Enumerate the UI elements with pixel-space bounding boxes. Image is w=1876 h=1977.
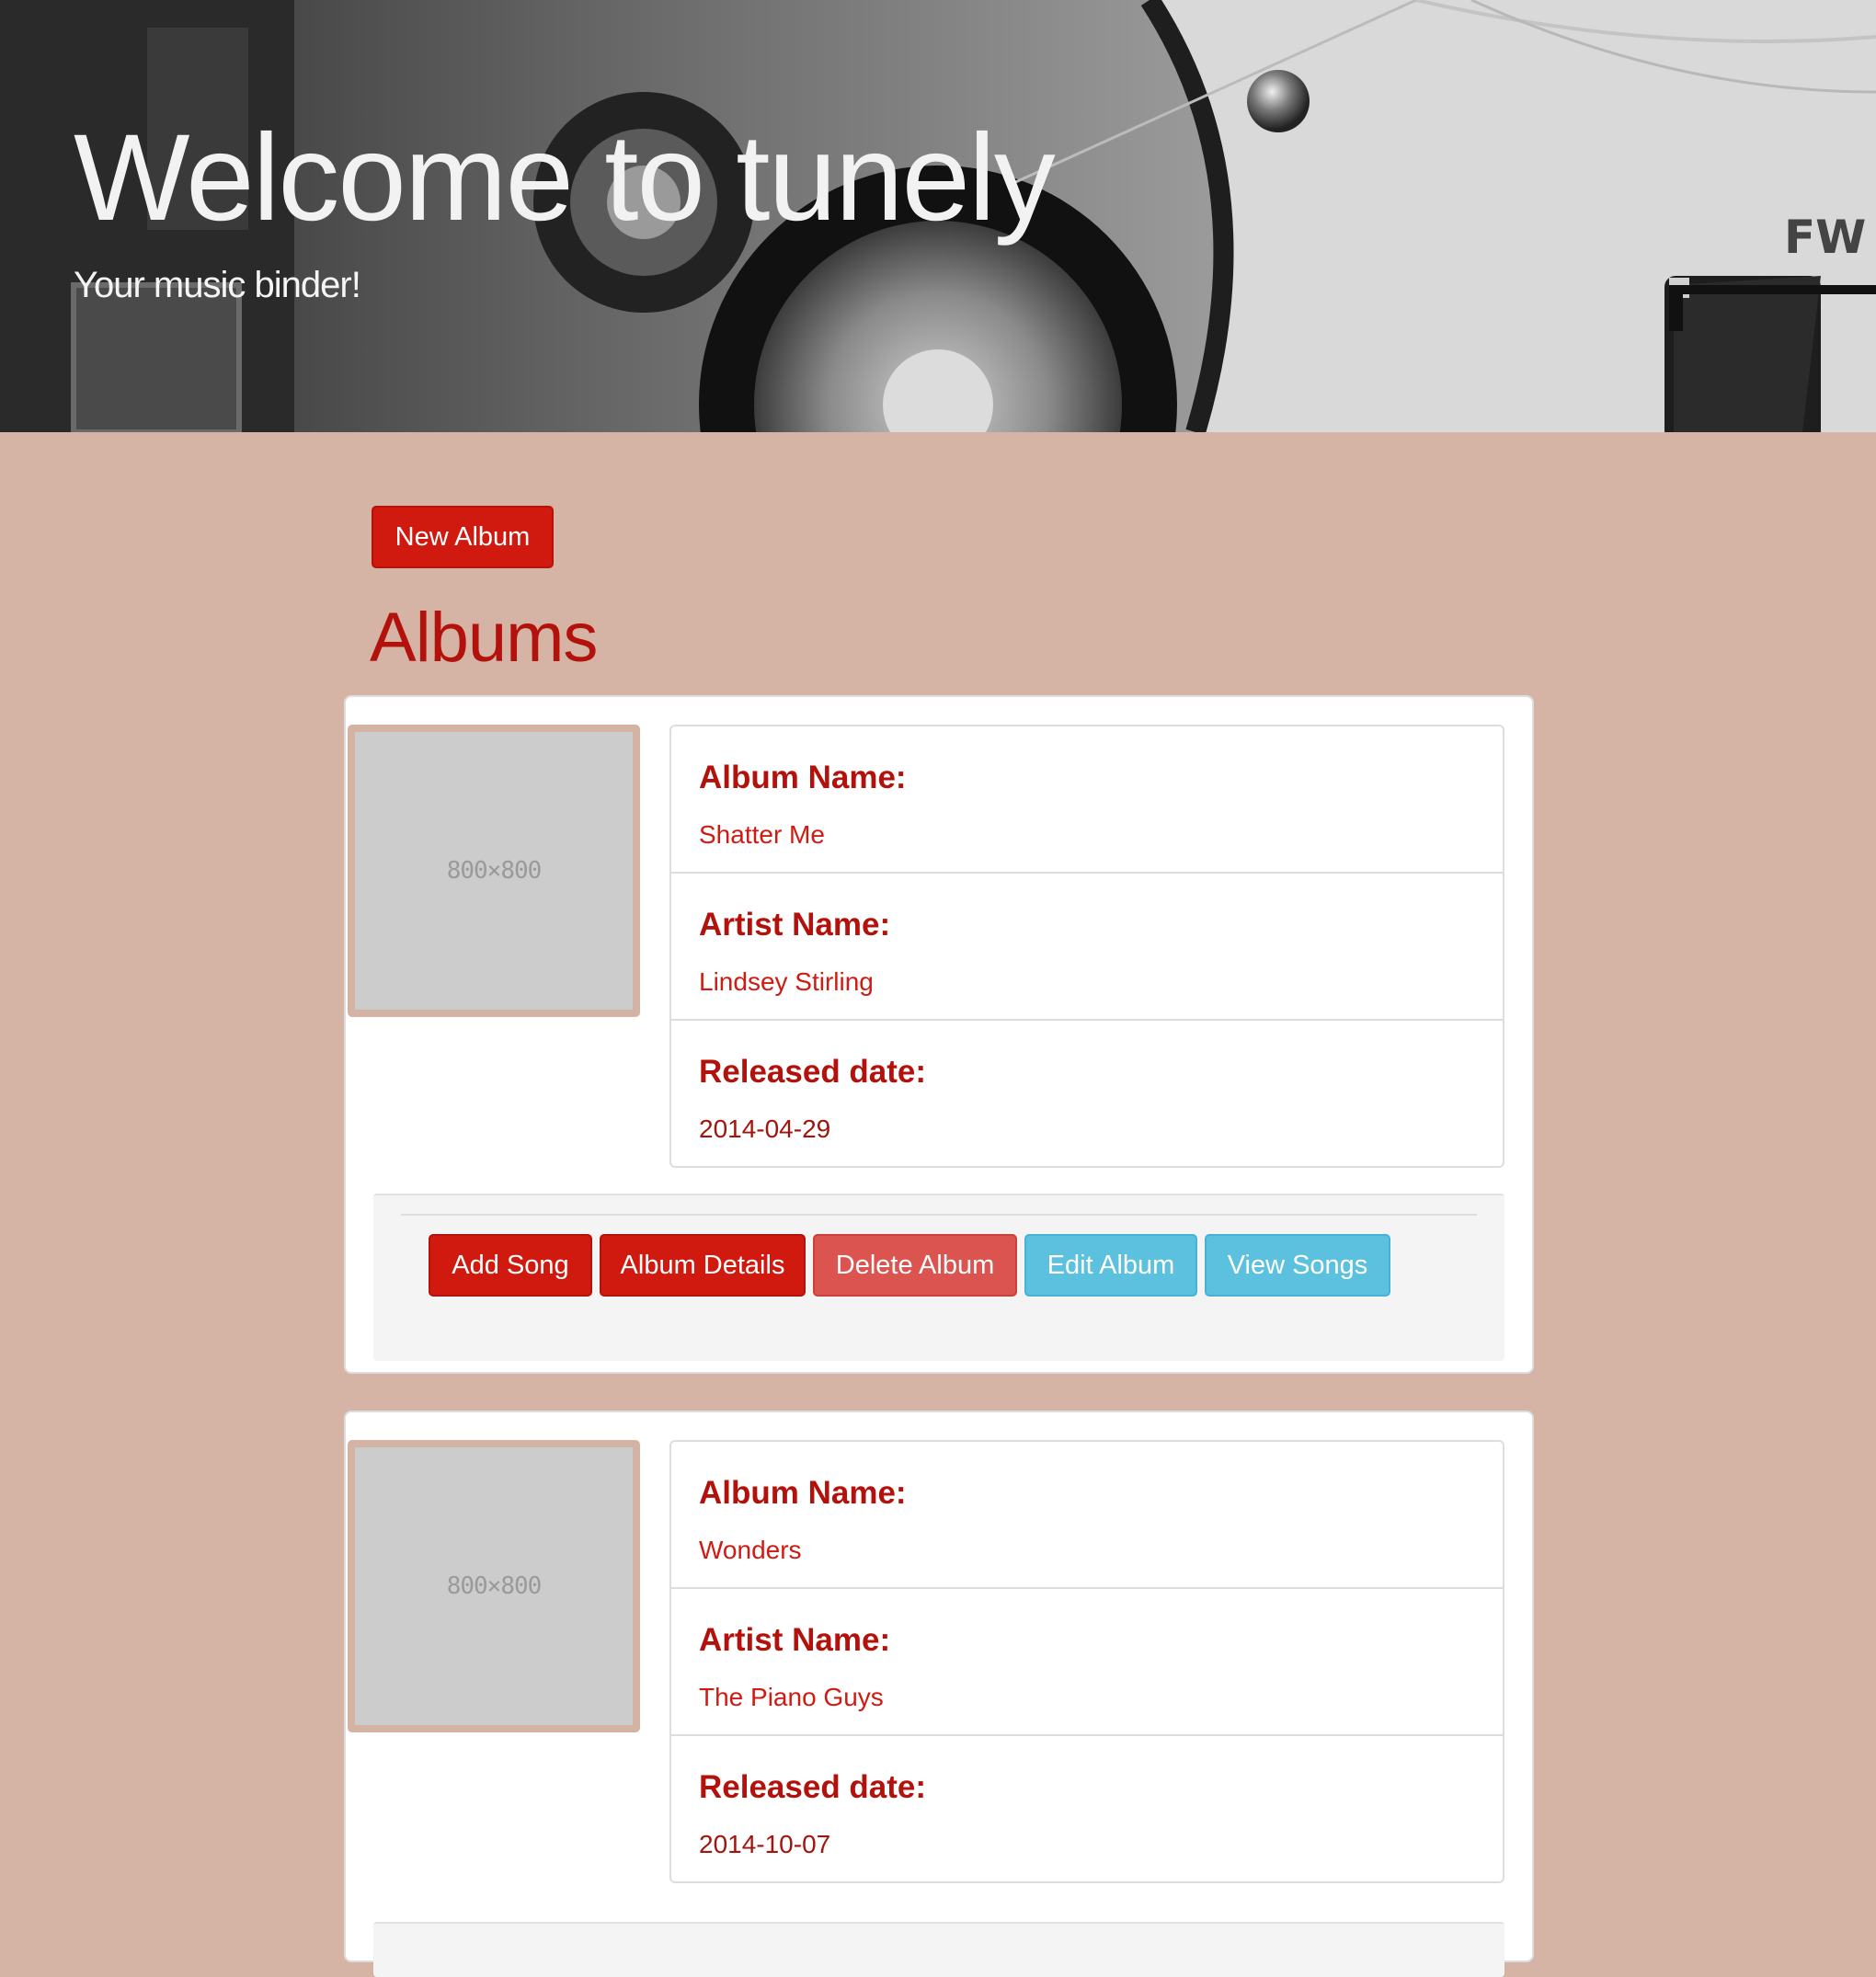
artist-name-value: The Piano Guys bbox=[699, 1683, 884, 1711]
add-song-button[interactable]: Add Song bbox=[429, 1234, 592, 1297]
released-date-value: 2014-10-07 bbox=[699, 1830, 831, 1858]
released-date-row: Released date: 2014-10-07 bbox=[671, 1736, 1503, 1883]
album-card: 800×800 Album Name: Wonders Artist Name:… bbox=[344, 1411, 1534, 1977]
album-details-button[interactable]: Album Details bbox=[600, 1234, 806, 1297]
cover-placeholder-label: 800×800 bbox=[446, 857, 543, 885]
artist-name-label: Artist Name: bbox=[699, 907, 891, 943]
released-date-row: Released date: 2014-04-29 bbox=[671, 1021, 1503, 1168]
album-card: 800×800 Album Name: Shatter Me Artist Na… bbox=[344, 695, 1534, 1374]
album-info-list: Album Name: Shatter Me Artist Name: Lind… bbox=[669, 725, 1504, 1168]
album-info-list: Album Name: Wonders Artist Name: The Pia… bbox=[669, 1440, 1504, 1883]
albums-heading: Albums bbox=[370, 599, 598, 677]
album-actions-footer bbox=[373, 1922, 1504, 1977]
released-date-label: Released date: bbox=[699, 1054, 927, 1090]
hero-title: Welcome to tunely bbox=[74, 109, 1056, 246]
new-album-button[interactable]: New Album bbox=[372, 506, 554, 568]
album-cover-placeholder: 800×800 bbox=[348, 725, 640, 1017]
artist-name-label: Artist Name: bbox=[699, 1622, 891, 1658]
album-cover-placeholder: 800×800 bbox=[348, 1440, 640, 1732]
artist-name-row: Artist Name: The Piano Guys bbox=[671, 1589, 1503, 1736]
cover-placeholder-label: 800×800 bbox=[446, 1572, 543, 1600]
album-name-value: Wonders bbox=[699, 1536, 802, 1564]
view-songs-button[interactable]: View Songs bbox=[1205, 1234, 1390, 1297]
album-name-label: Album Name: bbox=[699, 1475, 907, 1511]
album-name-row: Album Name: Wonders bbox=[671, 1442, 1503, 1589]
hero-banner: FW Welcome to tunely Your music binder! bbox=[0, 0, 1876, 432]
hero-subtitle: Your music binder! bbox=[74, 265, 361, 305]
edit-album-button[interactable]: Edit Album bbox=[1024, 1234, 1197, 1297]
album-name-value: Shatter Me bbox=[699, 820, 825, 849]
footer-divider bbox=[401, 1214, 1477, 1216]
released-date-value: 2014-04-29 bbox=[699, 1114, 831, 1143]
album-actions-footer: Add Song Album Details Delete Album Edit… bbox=[373, 1194, 1504, 1361]
artist-name-row: Artist Name: Lindsey Stirling bbox=[671, 874, 1503, 1021]
album-name-row: Album Name: Shatter Me bbox=[671, 726, 1503, 874]
svg-text:FW: FW bbox=[1784, 211, 1866, 264]
released-date-label: Released date: bbox=[699, 1769, 927, 1805]
album-name-label: Album Name: bbox=[699, 760, 907, 795]
artist-name-value: Lindsey Stirling bbox=[699, 967, 874, 996]
delete-album-button[interactable]: Delete Album bbox=[813, 1234, 1017, 1297]
